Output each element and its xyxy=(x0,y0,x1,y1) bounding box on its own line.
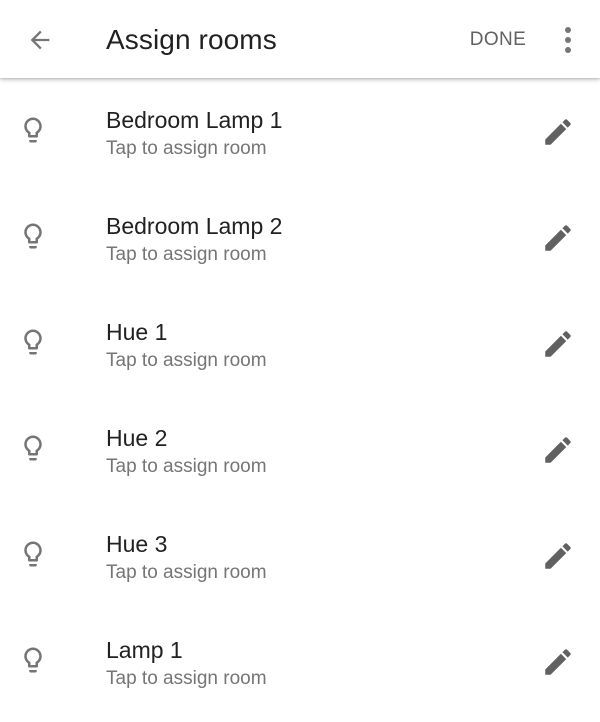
device-list: Bedroom Lamp 1 Tap to assign room Bedroo… xyxy=(0,80,600,716)
device-name: Bedroom Lamp 1 xyxy=(106,107,283,133)
app-bar: Assign rooms DONE xyxy=(0,0,600,78)
back-button[interactable] xyxy=(22,22,58,58)
arrow-back-icon xyxy=(30,30,50,50)
lightbulb-outline-icon xyxy=(24,329,42,355)
more-options-button[interactable] xyxy=(550,20,586,60)
edit-button[interactable] xyxy=(538,430,578,470)
device-name: Bedroom Lamp 2 xyxy=(106,213,283,239)
page-title: Assign rooms xyxy=(106,24,277,55)
edit-pencil-icon xyxy=(545,649,571,675)
device-row[interactable]: Hue 1 Tap to assign room xyxy=(0,292,600,398)
done-button[interactable]: DONE xyxy=(460,22,536,58)
device-row[interactable]: Lamp 1 Tap to assign room xyxy=(0,610,600,716)
edit-pencil-icon xyxy=(545,225,571,251)
edit-button[interactable] xyxy=(538,218,578,258)
device-name: Hue 2 xyxy=(106,425,168,451)
device-subtitle: Tap to assign room xyxy=(106,350,267,371)
edit-pencil-icon xyxy=(545,331,571,357)
device-name: Lamp 1 xyxy=(106,637,183,663)
device-row[interactable]: Hue 2 Tap to assign room xyxy=(0,398,600,504)
lightbulb-outline-icon xyxy=(24,223,42,249)
device-row[interactable]: Bedroom Lamp 2 Tap to assign room xyxy=(0,186,600,292)
device-subtitle: Tap to assign room xyxy=(106,668,267,689)
device-subtitle: Tap to assign room xyxy=(106,138,267,159)
edit-button[interactable] xyxy=(538,642,578,682)
device-subtitle: Tap to assign room xyxy=(106,562,267,583)
device-row[interactable]: Hue 3 Tap to assign room xyxy=(0,504,600,610)
device-name: Hue 1 xyxy=(106,319,168,345)
edit-pencil-icon xyxy=(545,543,571,569)
lightbulb-outline-icon xyxy=(24,117,42,143)
edit-button[interactable] xyxy=(538,112,578,152)
edit-button[interactable] xyxy=(538,536,578,576)
edit-pencil-icon xyxy=(545,119,571,145)
lightbulb-outline-icon xyxy=(24,541,42,567)
edit-button[interactable] xyxy=(538,324,578,364)
lightbulb-outline-icon xyxy=(24,647,42,673)
device-subtitle: Tap to assign room xyxy=(106,244,267,265)
device-subtitle: Tap to assign room xyxy=(106,456,267,477)
lightbulb-outline-icon xyxy=(24,435,42,461)
device-name: Hue 3 xyxy=(106,531,168,557)
device-row[interactable]: Bedroom Lamp 1 Tap to assign room xyxy=(0,80,600,186)
edit-pencil-icon xyxy=(545,437,571,463)
more-vert-icon xyxy=(565,27,571,53)
